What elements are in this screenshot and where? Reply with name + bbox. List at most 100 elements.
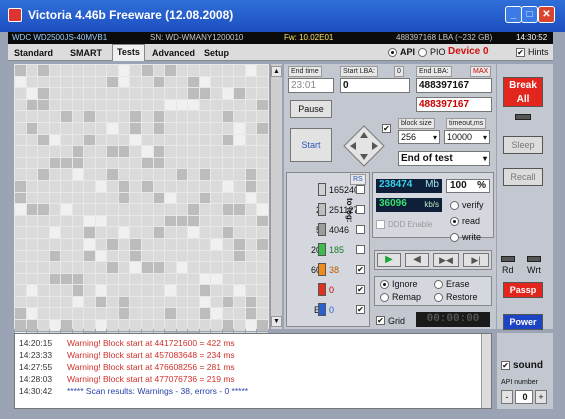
api-plus-button[interactable]: + [535,390,547,404]
sector-cell [188,273,199,285]
timeout-label: timeout,ms [446,118,487,129]
sector-cell [38,262,49,273]
sector-cell [118,273,130,285]
sector-cell [257,111,268,122]
skip-end-icon[interactable]: ▶| [463,253,489,267]
ignore-radio[interactable] [380,280,389,289]
tab-standard[interactable]: Standard [10,46,57,60]
sector-cell [257,180,268,192]
legend-log-checkbox[interactable]: ✔ [356,305,365,314]
start-lba-field[interactable]: 0 [340,78,410,93]
sector-cell [176,99,188,111]
legend-log-checkbox[interactable]: ✔ [356,285,365,294]
scroll-up-button[interactable]: ▲ [271,66,282,77]
skip-back-icon[interactable]: ▶◀ [433,253,459,267]
sector-cell [222,111,234,122]
erase-radio[interactable] [434,280,443,289]
sector-cell [211,215,222,227]
write-radio[interactable] [450,233,459,242]
sector-cell [211,238,222,250]
sector-cell [38,204,49,215]
legend-log-checkbox[interactable] [356,185,365,194]
sector-cell [142,157,153,169]
sector-cell [84,262,95,273]
wrt-indicator [527,256,541,262]
sector-cell [257,215,268,227]
sector-cell [211,76,222,88]
start-button[interactable]: Start [290,128,332,162]
tab-advanced[interactable]: Advanced [148,46,199,60]
sector-cell [26,250,38,262]
end-lba-max-button[interactable]: MAX [470,66,492,77]
grid-label: Grid [388,316,406,326]
remap-radio[interactable] [380,293,389,302]
maximize-button[interactable]: □ [521,6,538,23]
power-button[interactable]: Power [503,314,543,330]
log-scrollbar[interactable] [481,334,491,408]
scrollbar[interactable]: ▲ ▼ [270,64,282,329]
sector-cell [118,157,130,169]
break-all-button[interactable]: Break All [503,77,543,107]
sector-cell [222,296,234,308]
end-lba-field[interactable]: 488397167 [416,78,492,93]
sector-cell [142,134,153,146]
block-size-select[interactable]: 256 [398,130,440,144]
end-time-field[interactable]: 23:01 [288,78,334,93]
tab-bar: Standard SMART Tests Advanced Setup API … [8,44,553,61]
legend-log-checkbox[interactable] [356,225,365,234]
tab-smart[interactable]: SMART [66,46,106,60]
sleep-button[interactable]: Sleep [503,136,543,154]
legend-log-checkbox[interactable] [356,205,365,214]
play-icon[interactable]: ▶ [377,253,401,267]
sector-cell [15,308,26,320]
sector-cell [130,157,141,169]
verify-label: verify [462,200,484,210]
tab-setup[interactable]: Setup [200,46,233,60]
direction-pad[interactable] [342,124,386,168]
sector-cell [222,227,234,238]
close-button[interactable]: ✕ [538,6,555,23]
drive-model: WDC WD2500JS-40MVB1 [12,33,108,42]
hints-checkbox[interactable]: ✔ [516,48,525,57]
sector-cell [38,134,49,146]
sector-cell [130,238,141,250]
api-minus-button[interactable]: - [501,390,513,404]
read-radio[interactable] [450,217,459,226]
sector-cell [176,146,188,157]
restore-radio[interactable] [434,293,443,302]
sector-cell [245,262,257,273]
api-number-field[interactable]: 0 [515,390,533,404]
sector-cell [234,65,245,76]
recall-button[interactable]: Recall [503,168,543,186]
sector-cell [118,227,130,238]
sector-cell [49,204,61,215]
sector-cell [153,262,165,273]
sector-cell [84,204,95,215]
end-action-select[interactable]: End of test [398,151,490,166]
legend-log-checkbox[interactable] [356,245,365,254]
sector-cell [61,111,72,122]
legend-log-checkbox[interactable]: ✔ [356,265,365,274]
scroll-down-button[interactable]: ▼ [271,316,282,327]
sector-cell [188,250,199,262]
verify-radio[interactable] [450,201,459,210]
legend-row: 51652407 [288,182,380,198]
start-lba-zero-button[interactable]: 0 [394,66,404,77]
sector-cell [257,296,268,308]
sector-cell [234,215,245,227]
sector-cell [234,238,245,250]
pause-button[interactable]: Pause [290,100,332,118]
sector-cell [245,273,257,285]
rewind-icon[interactable]: ◀ [405,253,429,267]
dpad-checkbox[interactable]: ✔ [382,124,391,133]
pio-radio[interactable] [418,48,427,57]
sector-cell [211,308,222,320]
sector-cell [257,169,268,180]
minimize-button[interactable]: _ [505,6,522,23]
api-radio[interactable] [388,48,397,57]
passp-button[interactable]: Passp [503,282,543,298]
sector-cell [118,146,130,157]
tab-tests[interactable]: Tests [112,44,145,61]
sound-checkbox[interactable]: ✔ [501,361,510,370]
timeout-select[interactable]: 10000 [444,130,490,144]
